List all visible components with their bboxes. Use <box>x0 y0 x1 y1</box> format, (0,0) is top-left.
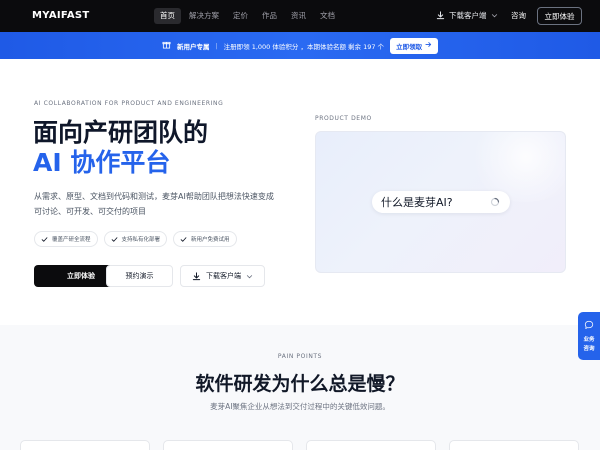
promo-banner: 新用户专属 | 注册即领 1,000 体验积分 ，本期体验名额 剩余 197 个… <box>0 32 600 59</box>
logo[interactable]: MYAIFAST <box>32 10 90 21</box>
nav-link-home[interactable]: 首页 <box>154 8 181 24</box>
page: MYAIFAST 首页 解决方案 定价 作品 资讯 文档 下载客户端 咨询 立即… <box>0 0 600 450</box>
demo-search-box[interactable]: 什么是麦芽AI? <box>372 191 510 213</box>
nav-link-news[interactable]: 资讯 <box>285 8 312 24</box>
feature-tag: 支持私有化部署 <box>103 231 168 247</box>
floating-consult-line1: 业务 <box>583 336 595 343</box>
demo-panel: 什么是麦芽AI? <box>315 131 566 273</box>
banner-text: 注册即领 1,000 体验积分 ，本期体验名额 剩余 197 个 <box>223 42 385 51</box>
demo-query-text: 什么是麦芽AI? <box>381 196 453 209</box>
check-icon <box>111 236 118 243</box>
feature-tag-label: 覆盖产研全流程 <box>52 237 91 243</box>
chevron-down-icon <box>491 12 498 19</box>
gift-icon <box>162 40 171 51</box>
nav-link-solutions[interactable]: 解决方案 <box>183 8 225 24</box>
feature-tags: 覆盖产研全流程 支持私有化部署 新用户免费试用 <box>34 231 237 247</box>
floating-consult-line2: 咨询 <box>583 345 595 352</box>
hero-eyebrow: AI COLLABORATION FOR PRODUCT AND ENGINEE… <box>34 100 224 107</box>
nav-download-button[interactable]: 下载客户端 <box>436 10 498 21</box>
pain-points-title: 软件研发为什么总是慢？ <box>195 373 405 395</box>
pain-point-card <box>306 440 436 450</box>
pain-points-eyebrow: PAIN POINTS <box>277 353 323 360</box>
feature-tag-label: 新用户免费试用 <box>191 237 230 243</box>
pain-point-card <box>20 440 150 450</box>
banner-divider: | <box>215 41 218 50</box>
nav-try-button[interactable]: 立即体验 <box>537 7 582 25</box>
pain-points-subtitle: 麦芽AI聚焦企业从想法到交付过程中的关键低效问题。 <box>210 402 390 411</box>
download-icon <box>192 271 201 281</box>
nav-consult-link[interactable]: 咨询 <box>511 10 526 21</box>
pain-point-card <box>163 440 293 450</box>
top-nav: MYAIFAST 首页 解决方案 定价 作品 资讯 文档 下载客户端 咨询 立即… <box>0 0 600 32</box>
nav-links: 首页 解决方案 定价 作品 资讯 文档 <box>154 8 341 24</box>
banner-badge: 新用户专属 <box>176 42 210 51</box>
check-icon <box>180 236 187 243</box>
nav-link-pricing[interactable]: 定价 <box>227 8 254 24</box>
chevron-down-icon <box>246 273 253 280</box>
book-demo-button[interactable]: 预约演示 <box>106 265 173 287</box>
demo-label: PRODUCT DEMO <box>315 115 372 122</box>
feature-tag: 覆盖产研全流程 <box>34 231 98 247</box>
nav-link-docs[interactable]: 文档 <box>314 8 341 24</box>
hero-download-label: 下载客户端 <box>206 272 241 280</box>
loading-spinner-icon <box>490 197 500 207</box>
pain-point-card <box>449 440 579 450</box>
feature-tag: 新用户免费试用 <box>173 231 237 247</box>
banner-claim-label: 立即领取 <box>396 42 423 51</box>
chat-icon <box>584 320 594 333</box>
nav-link-works[interactable]: 作品 <box>256 8 283 24</box>
hero-download-button[interactable]: 下载客户端 <box>180 265 265 287</box>
floating-consult-button[interactable]: 业务 咨询 <box>578 312 600 360</box>
arrow-right-icon <box>425 41 432 50</box>
banner-claim-button[interactable]: 立即领取 <box>390 37 439 54</box>
check-icon <box>41 236 48 243</box>
hero-description: 从需求、原型、文档到代码和测试，麦芽AI帮助团队把想法快速变成可讨论、可开发、可… <box>34 192 274 216</box>
hero-title-line1: 面向产研团队的 <box>33 118 209 147</box>
feature-tag-label: 支持私有化部署 <box>121 237 161 243</box>
nav-download-label: 下载客户端 <box>449 11 487 20</box>
hero-title-line2: AI 协作平台 <box>33 148 171 177</box>
download-icon <box>436 11 445 20</box>
